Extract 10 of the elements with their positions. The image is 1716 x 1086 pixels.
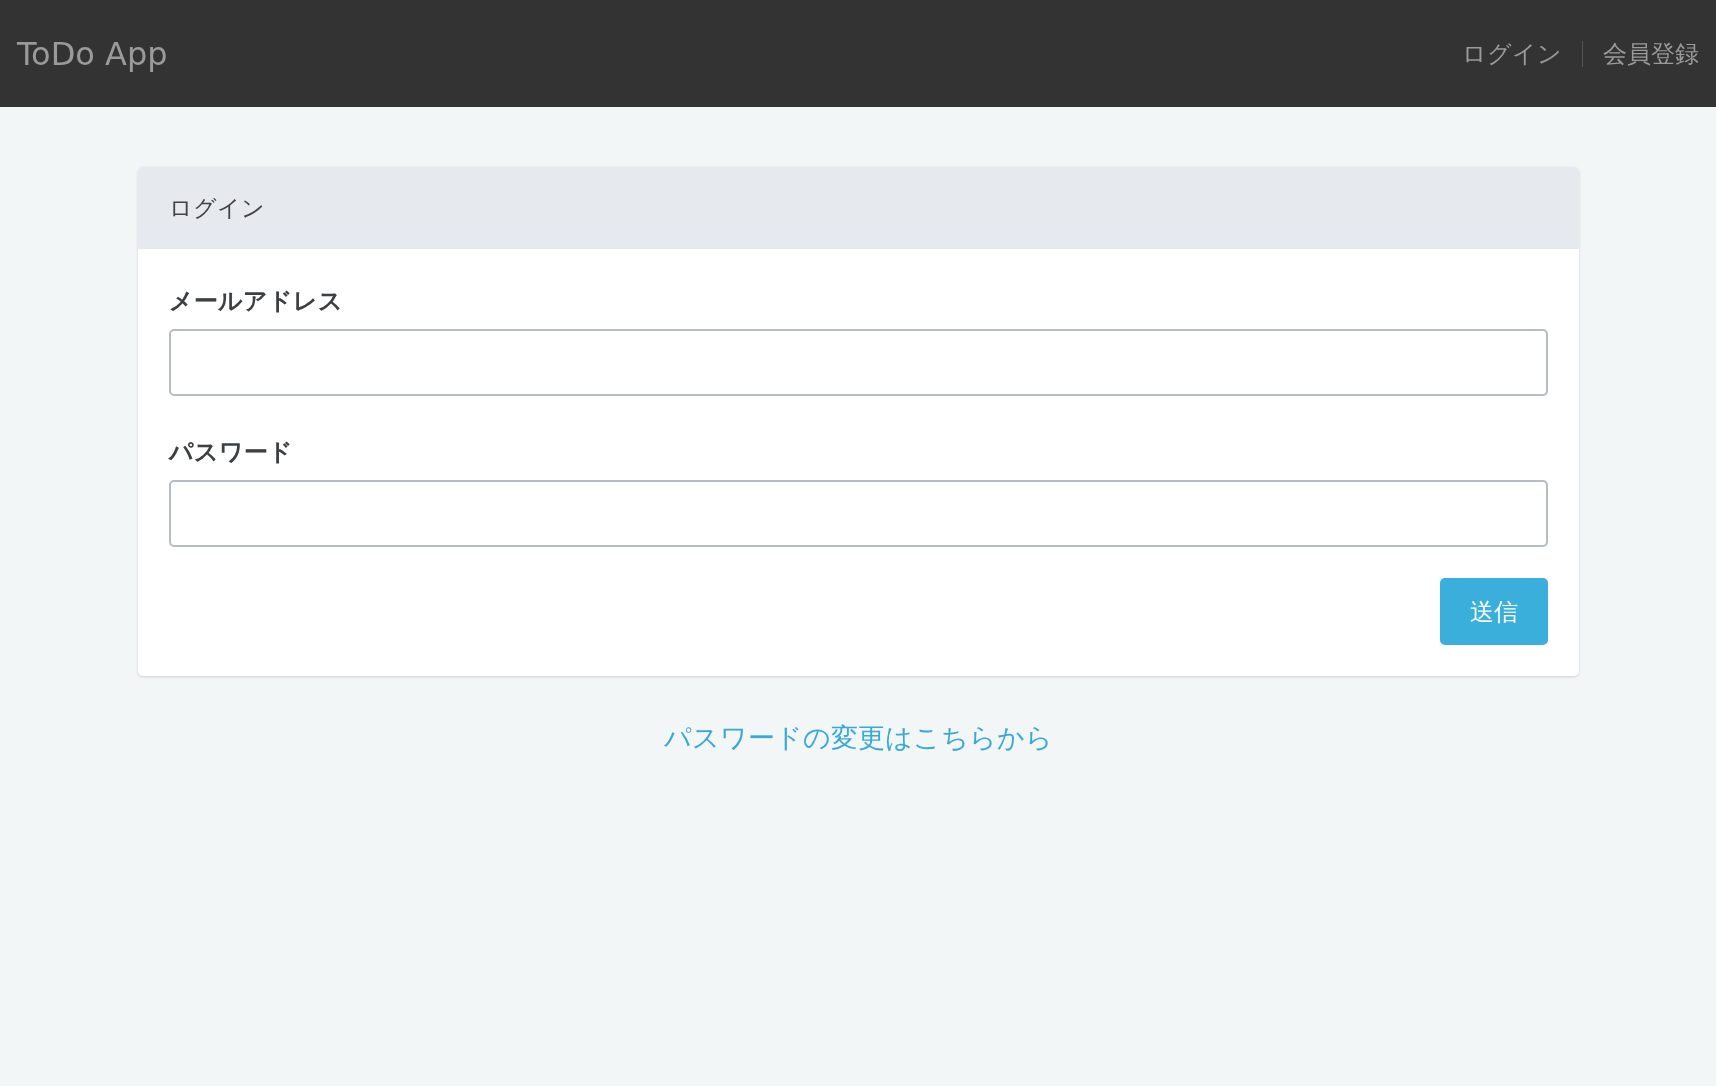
input-field[interactable]: [168, 329, 1548, 396]
nav-link[interactable]: 会員登録: [1603, 35, 1699, 72]
app-title[interactable]: ToDo App: [17, 29, 168, 78]
submit-button[interactable]: 送信: [1439, 578, 1548, 645]
field-label: パスワード: [168, 437, 294, 468]
input-field[interactable]: [168, 480, 1548, 547]
nav-link[interactable]: ログイン: [1462, 35, 1562, 72]
password-change-link[interactable]: パスワードの変更はこちらから: [663, 718, 1053, 759]
card-title: ログイン: [168, 193, 265, 223]
field-label: メールアドレス: [168, 286, 344, 317]
